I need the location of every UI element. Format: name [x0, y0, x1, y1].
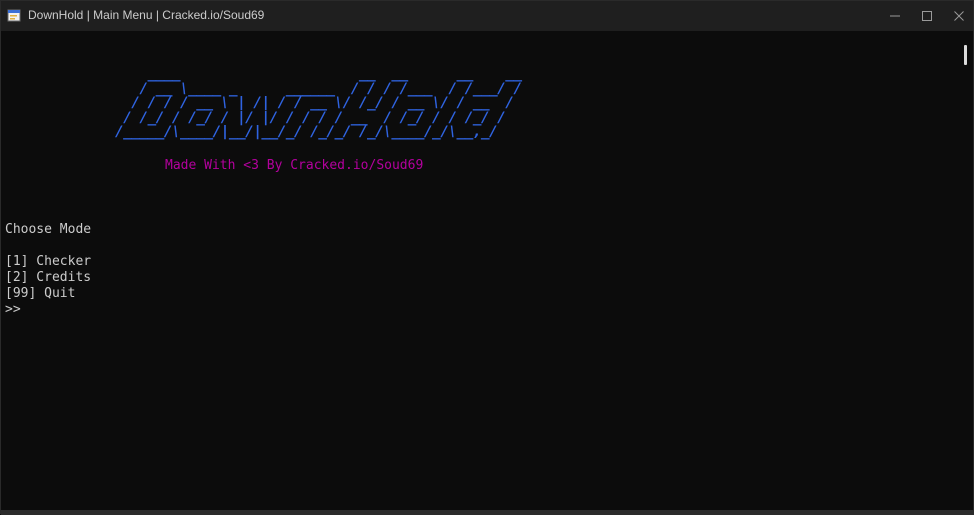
menu-option-quit: [99] Quit	[5, 286, 76, 301]
title-bar[interactable]: DownHold | Main Menu | Cracked.io/Soud69	[1, 1, 973, 31]
menu-block: Choose Mode [1] Checker [2] Credits [99]…	[5, 222, 91, 318]
console-output[interactable]: ____ __ __ __ __ / __ \____ _ ______ / /…	[1, 31, 959, 511]
terminal-window: DownHold | Main Menu | Cracked.io/Soud69…	[0, 0, 974, 515]
menu-option-checker: [1] Checker	[5, 254, 92, 269]
background-edge	[1, 510, 974, 515]
choose-mode-heading: Choose Mode	[5, 222, 92, 237]
close-icon[interactable]	[949, 6, 969, 26]
input-prompt[interactable]: >>	[5, 302, 91, 318]
minimize-icon[interactable]	[885, 6, 905, 26]
logo-line: /_____/\____/|__/|__/_/ /_/_/ /_/\____/_…	[115, 124, 522, 140]
menu-option-credits: [2] Credits	[5, 270, 92, 285]
scrollbar-thumb[interactable]	[964, 45, 967, 65]
vertical-scrollbar[interactable]	[959, 31, 973, 511]
credit-line: Made With <3 By Cracked.io/Soud69	[165, 158, 424, 173]
window-title: DownHold | Main Menu | Cracked.io/Soud69	[28, 8, 265, 22]
console-app-icon	[7, 8, 22, 23]
maximize-icon[interactable]	[917, 6, 937, 26]
ascii-logo: ____ __ __ __ __ / __ \____ _ ______ / /…	[115, 67, 522, 140]
